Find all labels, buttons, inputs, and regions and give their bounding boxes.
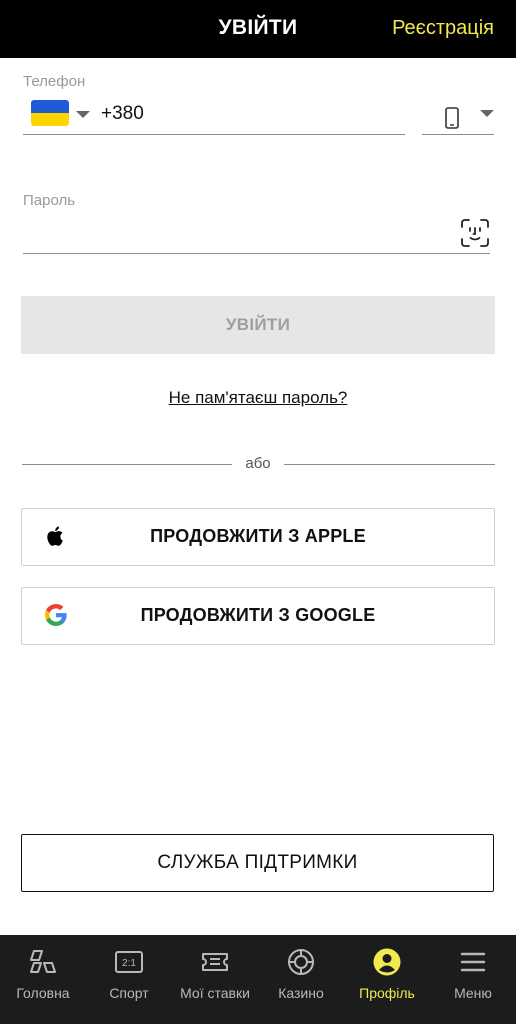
nav-item-sport[interactable]: 2:1 Спорт bbox=[86, 935, 172, 1024]
home-icon bbox=[30, 950, 56, 973]
login-button[interactable]: УВІЙТИ bbox=[21, 296, 495, 354]
smartphone-icon[interactable] bbox=[444, 107, 460, 129]
phone-input[interactable]: +380 bbox=[101, 103, 144, 125]
nav-item-home[interactable]: Головна bbox=[0, 935, 86, 1024]
register-link[interactable]: Реєстрація bbox=[392, 17, 494, 40]
nav-item-casino[interactable]: Казино bbox=[258, 935, 344, 1024]
nav-label-casino: Казино bbox=[278, 985, 324, 1001]
ukraine-flag-icon[interactable] bbox=[31, 100, 69, 126]
nav-item-menu[interactable]: Меню bbox=[430, 935, 516, 1024]
ticket-icon bbox=[202, 953, 228, 971]
device-select-underline bbox=[422, 134, 494, 135]
device-dropdown-chevron-icon[interactable] bbox=[480, 110, 494, 117]
nav-label-my-bets: Мої ставки bbox=[180, 985, 250, 1001]
profile-icon bbox=[373, 948, 401, 976]
google-button-label: ПРОДОВЖИТИ З GOOGLE bbox=[140, 605, 376, 625]
bottom-navigation: Головна 2:1 Спорт Мої ставки Казино Проф… bbox=[0, 935, 516, 1024]
nav-label-profile: Профіль bbox=[359, 985, 415, 1001]
nav-label-sport: Спорт bbox=[109, 985, 149, 1001]
nav-item-my-bets[interactable]: Мої ставки bbox=[172, 935, 258, 1024]
casino-chip-icon bbox=[288, 949, 314, 975]
continue-with-google-button[interactable]: ПРОДОВЖИТИ З GOOGLE bbox=[21, 587, 495, 645]
divider-left bbox=[22, 464, 232, 465]
scoreboard-icon: 2:1 bbox=[115, 951, 143, 973]
password-label: Пароль bbox=[23, 192, 76, 209]
country-dropdown-chevron-icon[interactable] bbox=[76, 111, 90, 118]
nav-item-profile[interactable]: Профіль bbox=[344, 935, 430, 1024]
or-divider-text: або bbox=[245, 455, 271, 472]
phone-input-underline bbox=[23, 134, 405, 135]
support-button-label: СЛУЖБА ПІДТРИМКИ bbox=[157, 852, 358, 873]
forgot-password-link[interactable]: Не пам'ятаєш пароль? bbox=[0, 388, 516, 408]
face-id-icon[interactable] bbox=[460, 218, 490, 248]
nav-label-home: Головна bbox=[16, 985, 70, 1001]
phone-label: Телефон bbox=[23, 73, 86, 90]
continue-with-apple-button[interactable]: ПРОДОВЖИТИ З APPLE bbox=[21, 508, 495, 566]
svg-text:2:1: 2:1 bbox=[122, 958, 136, 969]
password-input-underline[interactable] bbox=[23, 253, 490, 254]
header: УВІЙТИ Реєстрація bbox=[0, 0, 516, 58]
apple-button-label: ПРОДОВЖИТИ З APPLE bbox=[150, 526, 366, 546]
menu-icon bbox=[460, 952, 486, 972]
divider-right bbox=[284, 464, 495, 465]
nav-label-menu: Меню bbox=[454, 985, 492, 1001]
support-button[interactable]: СЛУЖБА ПІДТРИМКИ bbox=[21, 834, 494, 892]
